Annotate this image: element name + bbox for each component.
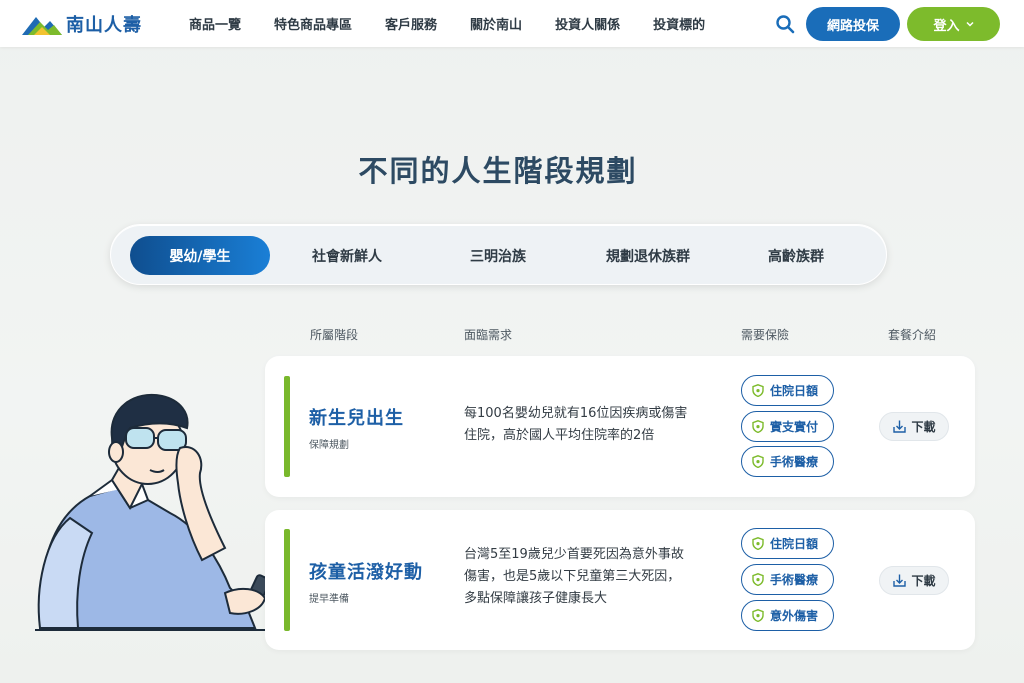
nav-item-featured[interactable]: 特色商品專區: [274, 14, 352, 33]
insurance-tag-hospital-daily[interactable]: 住院日額: [741, 528, 834, 559]
accent-bar: [284, 529, 290, 631]
top-header: 南山人壽 商品一覽 特色商品專區 客戶服務 關於南山 投資人關係 投資標的 網路…: [0, 0, 1024, 47]
column-header-package: 套餐介紹: [888, 328, 937, 342]
card-subtitle: 提早準備: [309, 594, 349, 605]
nav-item-investor-relations[interactable]: 投資人關係: [555, 14, 620, 33]
chevron-down-icon: [965, 21, 974, 27]
tab-seniors[interactable]: 高齡族群: [731, 236, 861, 275]
stage-card: 新生兒出生 保障規劃 每100名嬰幼兒就有16位因疾病或傷害 住院，高於國人平均…: [265, 356, 975, 497]
login-label: 登入: [933, 18, 960, 34]
shield-icon: [752, 384, 764, 397]
brand-name: 南山人壽: [66, 15, 142, 36]
tab-retirement-planning[interactable]: 規劃退休族群: [583, 236, 713, 275]
tab-label: 高齡族群: [768, 248, 824, 265]
mountain-logo-icon: [22, 17, 62, 35]
tab-label: 嬰幼/學生: [169, 248, 231, 265]
stage-card: 孩童活潑好動 提早準備 台灣5至19歲兒少首要死因為意外事故 傷害，也是5歲以下…: [265, 510, 975, 650]
tab-sandwich-generation[interactable]: 三明治族: [433, 236, 563, 275]
insurance-tag-hospital-daily[interactable]: 住院日額: [741, 375, 834, 406]
shield-icon: [752, 420, 764, 433]
insurance-tag-label: 住院日額: [770, 537, 819, 551]
download-icon: [893, 420, 907, 433]
page-title: 不同的人生階段規劃: [358, 154, 638, 188]
search-icon[interactable]: [775, 14, 795, 34]
card-subtitle: 保障規劃: [309, 440, 349, 451]
tab-new-graduate[interactable]: 社會新鮮人: [282, 236, 412, 275]
person-with-glasses-illustration: [35, 393, 271, 631]
insurance-tag-label: 實支實付: [770, 420, 819, 434]
column-header-needs: 面臨需求: [464, 328, 513, 342]
download-icon: [893, 574, 907, 587]
insurance-tag-label: 意外傷害: [770, 609, 819, 623]
tab-label: 三明治族: [470, 248, 526, 265]
insurance-tag-surgery-medical[interactable]: 手術醫療: [741, 564, 834, 595]
insurance-tag-accident[interactable]: 意外傷害: [741, 600, 834, 631]
download-button[interactable]: 下載: [879, 412, 949, 441]
shield-icon: [752, 573, 764, 586]
nav-item-customer-service[interactable]: 客戶服務: [385, 14, 437, 33]
card-description: 台灣5至19歲兒少首要死因為意外事故 傷害，也是5歲以下兒童第三大死因， 多點保…: [464, 544, 714, 610]
card-title: 孩童活潑好動: [309, 562, 423, 583]
online-insure-button[interactable]: 網路投保: [806, 7, 900, 41]
tab-infant-student[interactable]: 嬰幼/學生: [130, 236, 270, 275]
life-stage-tabs: 嬰幼/學生 社會新鮮人 三明治族 規劃退休族群 高齡族群: [110, 224, 887, 285]
description-line: 台灣5至19歲兒少首要死因為意外事故: [464, 547, 684, 562]
shield-icon: [752, 609, 764, 622]
online-insure-label: 網路投保: [826, 18, 879, 34]
main-nav: 商品一覽 特色商品專區 客戶服務 關於南山 投資人關係 投資標的: [189, 0, 738, 47]
insurance-tag-actual-reimbursement[interactable]: 實支實付: [741, 411, 834, 442]
description-line: 傷害，也是5歲以下兒童第三大死因，: [464, 569, 681, 584]
column-header-insurance: 需要保險: [741, 328, 790, 342]
shield-icon: [752, 537, 764, 550]
description-line: 多點保障讓孩子健康長大: [464, 591, 608, 606]
tab-label: 社會新鮮人: [312, 248, 382, 265]
insurance-tag-label: 住院日額: [770, 384, 819, 398]
insurance-tag-label: 手術醫療: [770, 455, 819, 469]
accent-bar: [284, 376, 290, 477]
nav-item-about[interactable]: 關於南山: [470, 14, 522, 33]
insurance-tag-surgery-medical[interactable]: 手術醫療: [741, 446, 834, 477]
tab-label: 規劃退休族群: [606, 248, 690, 265]
login-button[interactable]: 登入: [907, 7, 1000, 41]
card-description: 每100名嬰幼兒就有16位因疾病或傷害 住院，高於國人平均住院率的2倍: [464, 403, 714, 447]
insurance-tag-label: 手術醫療: [770, 573, 819, 587]
description-line: 每100名嬰幼兒就有16位因疾病或傷害: [464, 406, 688, 421]
download-label: 下載: [911, 420, 936, 434]
download-button[interactable]: 下載: [879, 566, 949, 595]
column-header-stage: 所屬階段: [310, 328, 359, 342]
shield-icon: [752, 455, 764, 468]
card-title: 新生兒出生: [309, 408, 404, 429]
nav-item-products[interactable]: 商品一覽: [189, 14, 241, 33]
description-line: 住院，高於國人平均住院率的2倍: [464, 428, 655, 443]
brand-logo[interactable]: 南山人壽: [22, 11, 142, 37]
download-label: 下載: [911, 574, 936, 588]
nav-item-investment-targets[interactable]: 投資標的: [653, 14, 705, 33]
